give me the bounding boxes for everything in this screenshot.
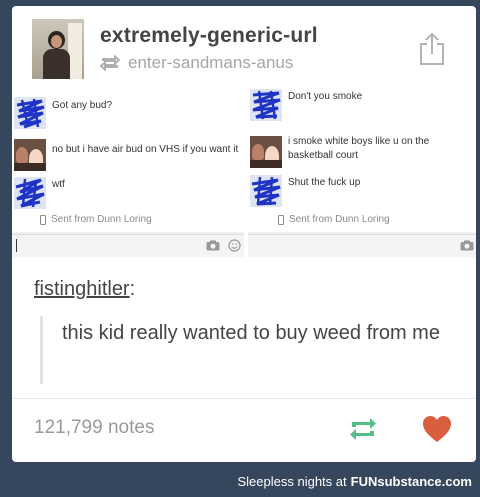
message-text: Don't you smoke xyxy=(288,91,363,102)
message-text: Got any bud? xyxy=(52,100,113,111)
scribbled-avatar xyxy=(250,175,282,207)
chat-message: Don't you smoke xyxy=(248,89,476,127)
post-caption: fistinghitler: this kid really wanted to… xyxy=(12,258,476,398)
quote-divider xyxy=(40,316,43,384)
message-input[interactable] xyxy=(12,234,244,257)
chat-messages: Don't you smoke i smoke white boys like … xyxy=(248,89,476,232)
phone-icon xyxy=(278,214,284,225)
author-link[interactable]: fistinghitler xyxy=(34,278,130,300)
message-input[interactable] xyxy=(248,234,476,257)
emoji-icon[interactable] xyxy=(228,239,241,252)
reblog-attribution: enter-sandmans-anus xyxy=(100,52,293,74)
reblog-icon xyxy=(100,55,120,71)
message-text: wtf xyxy=(52,179,65,190)
scribbled-avatar xyxy=(14,97,46,129)
chat-messages: Got any bud? no but i have air bud on VH… xyxy=(12,89,244,232)
chat-message: i smoke white boys like u on the basketb… xyxy=(248,135,476,171)
photo-avatar xyxy=(250,136,282,168)
avatar-door xyxy=(68,23,82,79)
post-footer: 121,799 notes xyxy=(12,398,476,462)
chat-screenshot-left: Got any bud? no but i have air bud on VH… xyxy=(12,89,244,257)
chat-screenshot-right: Don't you smoke i smoke white boys like … xyxy=(248,89,476,257)
camera-icon[interactable] xyxy=(460,240,474,251)
sent-from-text: Sent from Dunn Loring xyxy=(51,214,152,225)
watermark: Sleepless nights at FUNsubstance.com xyxy=(238,474,473,489)
heart-icon[interactable] xyxy=(422,415,452,443)
scribbled-avatar xyxy=(14,177,46,209)
reblog-icon[interactable] xyxy=(348,416,378,442)
camera-icon[interactable] xyxy=(206,240,220,251)
message-text: Shut the fuck up xyxy=(288,177,361,188)
blog-name[interactable]: extremely-generic-url xyxy=(100,24,318,48)
watermark-text: Sleepless nights at xyxy=(237,474,347,489)
tumblr-post-card: extremely-generic-url enter-sandmans-anu… xyxy=(12,6,476,462)
photo-avatar xyxy=(14,139,46,171)
author-colon: : xyxy=(129,278,136,300)
avatar-torso xyxy=(43,49,70,79)
sent-from-label: Sent from Dunn Loring xyxy=(278,214,390,225)
quote-text: this kid really wanted to buy weed from … xyxy=(62,322,440,344)
reblog-source-name[interactable]: enter-sandmans-anus xyxy=(128,53,293,73)
chat-message: Shut the fuck up xyxy=(248,175,476,213)
share-icon[interactable] xyxy=(419,32,445,66)
caption-author: fistinghitler: xyxy=(34,278,135,301)
text-caret xyxy=(16,239,17,252)
message-text: no but i have air bud on VHS if you want… xyxy=(52,144,239,155)
chat-message: wtf xyxy=(12,177,244,217)
blog-avatar[interactable] xyxy=(32,19,84,79)
watermark-brand: FUNsubstance.com xyxy=(350,474,472,489)
phone-icon xyxy=(40,214,46,225)
sent-from-label: Sent from Dunn Loring xyxy=(40,214,152,225)
scribbled-avatar xyxy=(250,89,282,121)
chat-message: Got any bud? xyxy=(12,95,244,135)
message-text: i smoke white boys like u on the basketb… xyxy=(288,136,430,161)
post-header: extremely-generic-url enter-sandmans-anu… xyxy=(12,6,476,86)
notes-count[interactable]: 121,799 notes xyxy=(34,417,154,439)
avatar-face xyxy=(51,35,62,48)
chat-message: no but i have air bud on VHS if you want… xyxy=(12,137,244,177)
sent-from-text: Sent from Dunn Loring xyxy=(289,214,390,225)
